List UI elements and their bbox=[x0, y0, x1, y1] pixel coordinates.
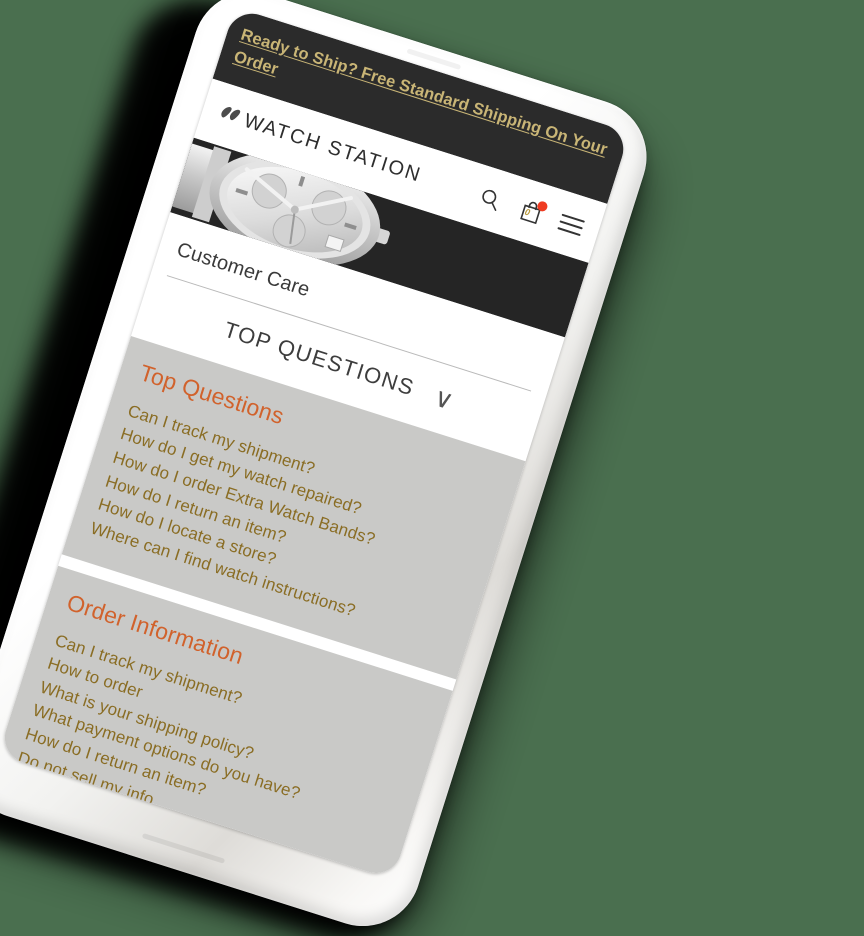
screenshot-stage: Ready to Ship? Free Standard Shipping On… bbox=[0, 0, 864, 936]
hamburger-menu-icon[interactable] bbox=[556, 209, 587, 241]
chevron-down-icon[interactable]: ∨ bbox=[430, 381, 457, 415]
burger-line-3 bbox=[557, 226, 581, 237]
search-icon[interactable] bbox=[474, 183, 507, 216]
double-teardrop-icon bbox=[217, 103, 245, 132]
phone-mockup: Ready to Ship? Free Standard Shipping On… bbox=[0, 0, 662, 936]
shopping-bag-icon[interactable]: 0 bbox=[515, 196, 549, 229]
